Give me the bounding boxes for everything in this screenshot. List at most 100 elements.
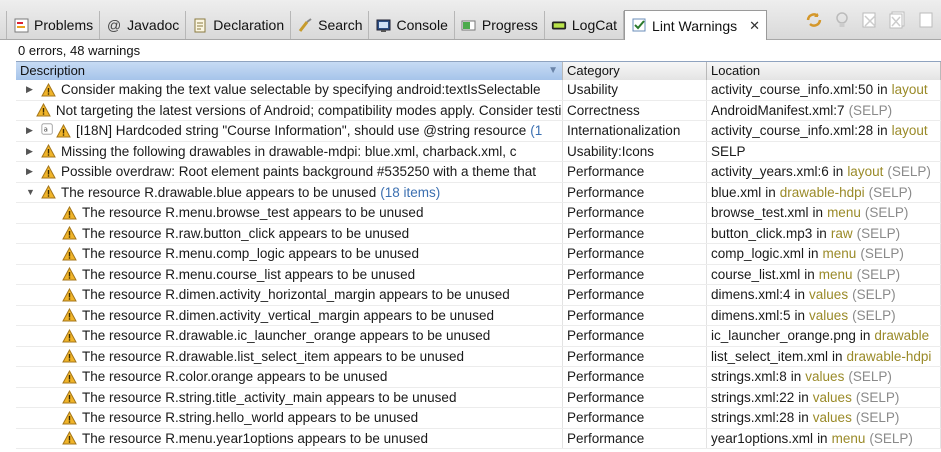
- location-in-word: in: [794, 307, 806, 323]
- table-row[interactable]: The resource R.menu.course_list appears …: [16, 264, 941, 285]
- column-header-description[interactable]: Description ▼: [16, 62, 563, 80]
- close-icon[interactable]: ✕: [749, 18, 760, 34]
- location-cell: strings.xml:8 in values (SELP): [707, 367, 941, 387]
- expand-arrow-icon[interactable]: ▶: [26, 146, 38, 157]
- warning-description: The resource R.drawable.list_select_item…: [82, 348, 464, 364]
- location-in-word: in: [798, 389, 809, 405]
- table-row[interactable]: ▶ Missing the following drawables in draw…: [16, 141, 941, 162]
- description-cell: The resource R.drawable.list_select_item…: [16, 346, 563, 366]
- warning-icon: [62, 226, 82, 240]
- location-file: dimens.xml:5: [711, 307, 791, 323]
- category-cell: Correctness: [563, 100, 707, 120]
- tab-problems[interactable]: Problems: [6, 11, 101, 39]
- location-in-word: in: [877, 123, 888, 139]
- warning-description: The resource R.dimen.activity_vertical_m…: [82, 307, 494, 323]
- table-row[interactable]: The resource R.color.orange appears to b…: [16, 367, 941, 388]
- description-cell: The resource R.string.hello_world appear…: [16, 408, 563, 428]
- location-in-word: in: [832, 164, 844, 180]
- expand-arrow-icon[interactable]: ▶: [26, 125, 38, 136]
- warning-description: Missing the following drawables in drawa…: [61, 143, 517, 159]
- warning-description: The resource R.menu.browse_test appears …: [82, 205, 424, 221]
- remove-all-icon[interactable]: [889, 11, 907, 29]
- table-row[interactable]: ▶ a [I18N] Hardcoded string "Course Inform…: [16, 121, 941, 142]
- expanded-arrow-icon[interactable]: ▼: [26, 187, 38, 197]
- location-in-word: in: [812, 205, 824, 221]
- table-row[interactable]: The resource R.drawable.ic_launcher_oran…: [16, 326, 941, 347]
- expand-arrow-icon[interactable]: ▶: [26, 84, 38, 95]
- location-folder: menu: [831, 430, 866, 446]
- category-cell: Internationalization: [563, 121, 707, 141]
- remove-icon[interactable]: [861, 11, 879, 29]
- warning-description: The resource R.color.orange appears to b…: [82, 369, 388, 385]
- location-cell: dimens.xml:5 in values (SELP): [707, 305, 941, 325]
- tab-label: LogCat: [571, 17, 618, 33]
- tab-label: Console: [396, 17, 448, 33]
- warning-description: Not targeting the latest versions of And…: [55, 102, 563, 118]
- warning-icon: [62, 267, 82, 281]
- lightbulb-icon[interactable]: [833, 11, 851, 29]
- category-cell: Performance: [563, 182, 707, 202]
- description-cell: ▶ Missing the following drawables in draw…: [16, 141, 563, 161]
- tab-logcat[interactable]: LogCat: [545, 11, 625, 39]
- table-row[interactable]: The resource R.menu.comp_logic appears t…: [16, 244, 941, 265]
- location-folder: layout: [891, 123, 928, 139]
- tab-javadoc[interactable]: @ Javadoc: [100, 11, 187, 39]
- location-cell: course_list.xml in menu (SELP): [707, 264, 941, 284]
- warning-icon: [62, 369, 82, 384]
- lint-icon: [631, 18, 647, 34]
- location-folder: layout: [847, 164, 884, 180]
- expand-arrow-icon[interactable]: ▶: [26, 166, 38, 177]
- location-folder: raw: [830, 225, 853, 241]
- warning-icon: [62, 328, 82, 343]
- table-row[interactable]: The resource R.dimen.activity_horizontal…: [16, 285, 941, 306]
- tab-label: Lint Warnings: [652, 17, 738, 34]
- refresh-icon[interactable]: [805, 11, 823, 29]
- warning-icon: [62, 287, 82, 302]
- category-cell: Performance: [563, 387, 707, 407]
- table-row[interactable]: The resource R.drawable.list_select_item…: [16, 346, 941, 367]
- location-folder: values: [812, 389, 852, 405]
- column-label: Category: [567, 63, 620, 78]
- table-row[interactable]: The resource R.menu.year1options appears…: [16, 428, 941, 449]
- location-file: strings.xml:22: [711, 389, 795, 405]
- tab-lint-warnings[interactable]: Lint Warnings ✕: [624, 10, 768, 40]
- tab-console[interactable]: Console: [369, 11, 455, 39]
- location-project: (SELP): [869, 430, 913, 446]
- column-header-category[interactable]: Category: [563, 62, 707, 80]
- table-row[interactable]: The resource R.string.hello_world appear…: [16, 408, 941, 429]
- location-cell: SELP: [707, 141, 941, 161]
- description-cell: The resource R.dimen.activity_horizontal…: [16, 285, 563, 305]
- location-cell: list_select_item.xml in drawable-hdpi: [707, 346, 941, 366]
- svg-text:a: a: [44, 126, 48, 134]
- description-cell: The resource R.drawable.ic_launcher_oran…: [16, 326, 563, 346]
- table-row[interactable]: ▶ Consider making the text value selectab…: [16, 80, 941, 101]
- tab-progress[interactable]: Progress: [455, 11, 545, 39]
- table-row[interactable]: ▶ Possible overdraw: Root element paints …: [16, 162, 941, 183]
- description-cell: The resource R.string.title_activity_mai…: [16, 387, 563, 407]
- location-cell: activity_years.xml:6 in layout (SELP): [707, 162, 941, 182]
- item-count: (1: [530, 123, 543, 139]
- table-row[interactable]: The resource R.dimen.activity_vertical_m…: [16, 305, 941, 326]
- column-header-location[interactable]: Location: [707, 62, 941, 80]
- table-row[interactable]: ▶Not targeting the latest versions of An…: [16, 100, 941, 121]
- table-row[interactable]: The resource R.string.title_activity_mai…: [16, 387, 941, 408]
- location-folder: drawable-hdpi: [846, 348, 932, 364]
- table-row[interactable]: ▼ The resource R.drawable.blue appears to…: [16, 182, 941, 203]
- tab-declaration[interactable]: Declaration: [186, 11, 292, 39]
- location-folder: values: [812, 410, 852, 426]
- category-cell: Performance: [563, 408, 707, 428]
- location-project: (SELP): [864, 205, 909, 221]
- location-project: (SELP): [852, 287, 896, 303]
- item-count: (18 items): [380, 184, 441, 200]
- location-file: course_list.xml: [711, 266, 801, 282]
- location-cell: strings.xml:22 in values (SELP): [707, 387, 941, 407]
- warning-icon: [62, 410, 82, 425]
- location-file: ic_launcher_orange.png: [711, 328, 856, 344]
- table-row[interactable]: The resource R.menu.browse_test appears …: [16, 203, 941, 224]
- warning-description: The resource R.string.hello_world appear…: [82, 410, 419, 426]
- table-row[interactable]: The resource R.raw.button_click appears …: [16, 223, 941, 244]
- location-file: button_click.mp3: [711, 225, 813, 241]
- tab-search[interactable]: Search: [291, 11, 370, 39]
- ignore-icon[interactable]: [917, 11, 935, 29]
- warning-icon: [41, 82, 61, 97]
